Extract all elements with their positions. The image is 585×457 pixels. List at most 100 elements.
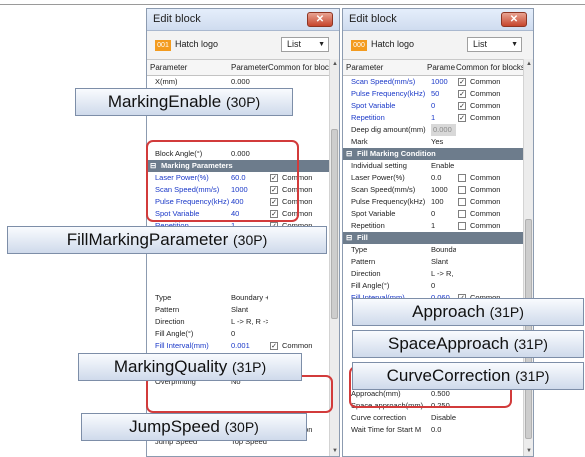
- common-checkbox[interactable]: [458, 198, 466, 206]
- parameter-row[interactable]: Deep dig amount(mm) 0.000: [343, 124, 523, 136]
- parameter-value[interactable]: 0.0: [431, 172, 456, 184]
- collapse-icon[interactable]: ⊟: [346, 232, 352, 244]
- parameter-name: Spot Variable: [351, 101, 396, 110]
- parameter-value[interactable]: Slant: [431, 256, 456, 268]
- parameter-name: Direction: [351, 269, 381, 278]
- parameter-row[interactable]: [147, 268, 329, 280]
- parameter-value[interactable]: 0.000: [431, 124, 456, 136]
- parameter-value[interactable]: Boundary +: [231, 292, 268, 304]
- scroll-up-icon[interactable]: ▲: [330, 59, 339, 69]
- parameter-row[interactable]: [147, 280, 329, 292]
- parameter-row[interactable]: Individual setting Enable: [343, 160, 523, 172]
- parameter-row[interactable]: Direction L -> R,: [343, 268, 523, 280]
- common-label: Common: [470, 101, 501, 110]
- view-mode-dropdown[interactable]: List ▼: [281, 37, 329, 52]
- parameter-row[interactable]: Repetition 1 Common: [343, 220, 523, 232]
- parameter-value[interactable]: 0: [431, 208, 456, 220]
- parameter-value[interactable]: 0.000: [231, 76, 268, 88]
- common-checkbox[interactable]: ✓: [458, 78, 466, 86]
- parameter-value[interactable]: Slant: [231, 304, 268, 316]
- block-number-badge: 000: [351, 40, 367, 51]
- parameter-row[interactable]: Fill Interval(mm) 0.001 ✓ Common: [147, 340, 329, 352]
- parameter-row[interactable]: X(mm) 0.000: [147, 76, 329, 88]
- close-icon[interactable]: ✕: [501, 12, 527, 27]
- callout-page: (31P): [515, 368, 550, 384]
- parameter-name: Spot Variable: [351, 209, 396, 218]
- parameter-row[interactable]: Type Boundary: [343, 244, 523, 256]
- common-checkbox[interactable]: [458, 210, 466, 218]
- callout-label: MarkingQuality: [113, 357, 228, 376]
- common-checkbox[interactable]: ✓: [458, 102, 466, 110]
- close-icon[interactable]: ✕: [307, 12, 333, 27]
- parameter-row[interactable]: Repetition 1✓ Common: [343, 112, 523, 124]
- parameter-value[interactable]: 0: [231, 328, 268, 340]
- callout-page: (31P): [513, 336, 548, 352]
- common-checkbox[interactable]: ✓: [458, 90, 466, 98]
- category-row[interactable]: ⊟ Fill: [343, 232, 523, 244]
- parameter-value[interactable]: 1: [431, 112, 456, 124]
- parameter-row[interactable]: [147, 124, 329, 136]
- parameter-value[interactable]: 1000: [431, 76, 456, 88]
- callout-label: SpaceApproach: [388, 334, 509, 353]
- common-label: Common: [470, 185, 501, 194]
- parameter-row[interactable]: Wait Time for Start M 0.0: [343, 424, 523, 436]
- scroll-thumb[interactable]: [525, 219, 532, 439]
- common-label: Common: [470, 77, 501, 86]
- callout-page: (30P): [224, 419, 259, 435]
- parameter-row[interactable]: Pulse Frequency(kHz) 50 ✓ Common: [343, 88, 523, 100]
- callout-page: (30P): [225, 94, 261, 110]
- parameter-row[interactable]: Direction L -> R, R ->: [147, 316, 329, 328]
- collapse-icon[interactable]: ⊟: [346, 148, 352, 160]
- parameter-name: Repetition: [351, 113, 385, 122]
- parameter-value[interactable]: 0.0: [431, 424, 456, 436]
- parameter-row[interactable]: Fill Angle(°) 0: [147, 328, 329, 340]
- parameter-row[interactable]: Spot Variable 0 Common: [343, 208, 523, 220]
- common-checkbox[interactable]: ✓: [270, 342, 278, 350]
- parameter-name: Deep dig amount(mm): [351, 125, 426, 134]
- parameter-value[interactable]: Boundary: [431, 244, 456, 256]
- parameter-row[interactable]: Curve correction Disable: [343, 412, 523, 424]
- category-row[interactable]: ⊟ Fill Marking Condition: [343, 148, 523, 160]
- parameter-value[interactable]: 100: [431, 196, 456, 208]
- parameter-row[interactable]: Scan Speed(mm/s) 1000 ✓ Common: [343, 76, 523, 88]
- parameter-value[interactable]: 0: [431, 100, 456, 112]
- parameter-value[interactable]: L -> R, R ->: [231, 316, 268, 328]
- parameter-value[interactable]: 50: [431, 88, 456, 100]
- parameter-value[interactable]: 0: [431, 280, 456, 292]
- parameter-name: Fill Angle(°): [351, 281, 390, 290]
- callout-curve-correction: CurveCorrection (31P): [352, 362, 584, 390]
- parameter-row[interactable]: Type Boundary +: [147, 292, 329, 304]
- header-common: Common for blocks: [268, 63, 337, 72]
- parameter-name: X(mm): [155, 77, 178, 86]
- parameter-row[interactable]: Pattern Slant: [343, 256, 523, 268]
- parameter-row[interactable]: Pulse Frequency(kHz) 100 Common: [343, 196, 523, 208]
- parameter-row[interactable]: Pattern Slant: [147, 304, 329, 316]
- parameter-row[interactable]: Spot Variable 0 ✓ Common: [343, 100, 523, 112]
- common-checkbox[interactable]: [458, 222, 466, 230]
- parameter-row[interactable]: Laser Power(%) 0.0 Common: [343, 172, 523, 184]
- header-common: Common for blocks: [456, 63, 525, 72]
- grid-header: Parameter Parameter Common for blocks: [147, 60, 337, 76]
- common-checkbox[interactable]: [458, 174, 466, 182]
- scroll-thumb[interactable]: [331, 129, 338, 319]
- scroll-up-icon[interactable]: ▲: [524, 59, 533, 69]
- block-number-badge: 001: [155, 40, 171, 51]
- parameter-value[interactable]: 1000: [431, 184, 456, 196]
- parameter-value[interactable]: 0.001: [231, 340, 268, 352]
- parameter-value[interactable]: Yes: [431, 136, 456, 148]
- parameter-row[interactable]: Scan Speed(mm/s) 1000 Common: [343, 184, 523, 196]
- parameter-value[interactable]: Enable: [431, 160, 456, 172]
- view-mode-dropdown[interactable]: List ▼: [467, 37, 522, 52]
- parameter-row[interactable]: Fill Angle(°) 0: [343, 280, 523, 292]
- parameter-value[interactable]: 1: [431, 220, 456, 232]
- parameter-row[interactable]: [147, 256, 329, 268]
- parameter-row[interactable]: Mark Yes: [343, 136, 523, 148]
- parameter-value[interactable]: Disable: [431, 412, 456, 424]
- common-checkbox[interactable]: [458, 186, 466, 194]
- vertical-scrollbar[interactable]: ▲ ▼: [523, 59, 533, 456]
- callout-page: (31P): [231, 359, 267, 375]
- parameter-value[interactable]: L -> R,: [431, 268, 456, 280]
- scroll-down-icon[interactable]: ▼: [524, 446, 533, 456]
- scroll-down-icon[interactable]: ▼: [330, 446, 339, 456]
- common-checkbox[interactable]: ✓: [458, 114, 466, 122]
